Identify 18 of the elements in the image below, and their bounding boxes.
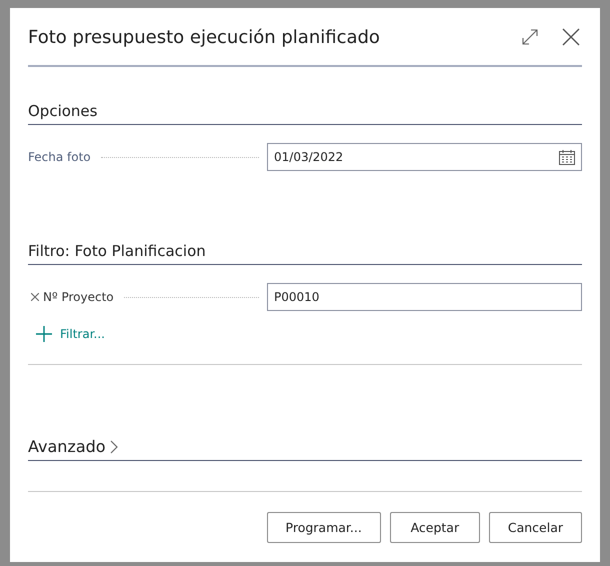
expand-icon[interactable] (522, 28, 538, 44)
dialog-button[interactable]: Aceptar (390, 512, 480, 543)
dialog-title: Foto presupuesto ejecución planificado (28, 26, 381, 48)
section-heading: Filtro: Foto Planificacion (28, 242, 206, 260)
filter-label: Nº Proyecto (43, 290, 114, 304)
date-field[interactable]: 01/03/2022 (267, 143, 582, 171)
calendar-icon[interactable] (559, 150, 575, 164)
remove-icon[interactable] (31, 293, 39, 301)
dialog-button[interactable]: Programar... (266, 512, 381, 543)
section-toggle[interactable]: Avanzado (28, 437, 582, 461)
chevron-icon (110, 440, 118, 454)
close-icon[interactable] (562, 28, 580, 46)
dialog-button[interactable]: Cancelar (488, 512, 582, 543)
field-label: Fecha foto (28, 150, 91, 164)
section-heading: Opciones (28, 102, 98, 120)
plus-icon (36, 326, 52, 342)
filter-field[interactable]: P00010 (267, 283, 582, 311)
add-filter-link[interactable]: Filtrar... (36, 326, 105, 342)
